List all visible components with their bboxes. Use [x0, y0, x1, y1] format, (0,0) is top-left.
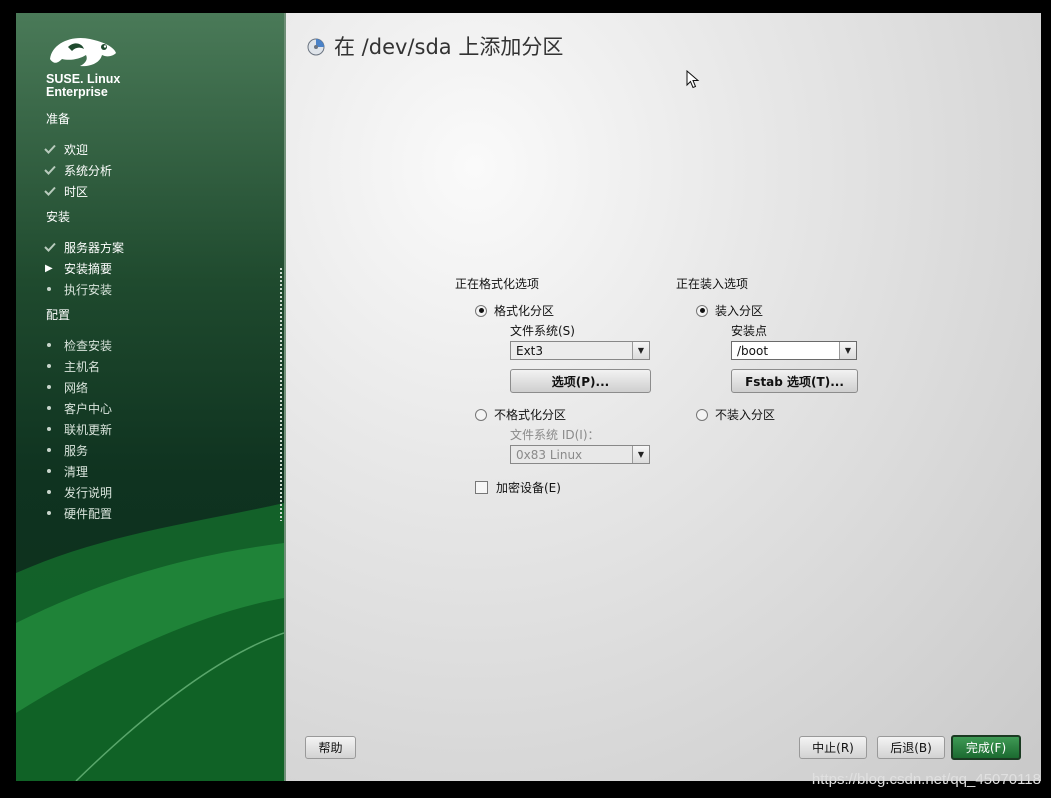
mount-point-input[interactable]: /boot ▼: [731, 341, 857, 360]
step-label: 网络: [64, 380, 89, 395]
step-label: 执行安装: [64, 282, 113, 297]
section-configure: 配置: [46, 308, 71, 322]
step-system-analysis: 系统分析: [44, 161, 112, 179]
step-label: 发行说明: [64, 485, 113, 500]
filesystem-id-select[interactable]: 0x83 Linux ▼: [510, 445, 650, 464]
bullet-icon: [47, 469, 51, 473]
step-welcome: 欢迎: [44, 140, 88, 158]
mount-point-label: 安装点: [731, 324, 768, 338]
step-release-notes: 发行说明: [44, 483, 112, 501]
installer-screen: SUSE. Linux Enterprise 准备 欢迎 系统分析 时区 安装 …: [16, 13, 1041, 781]
step-label: 主机名: [64, 359, 101, 374]
filesystem-value: Ext3: [516, 343, 544, 358]
step-label: 服务: [64, 443, 89, 458]
green-swoosh-decoration: [16, 503, 284, 781]
step-label: 检查安装: [64, 338, 113, 353]
encrypt-device-label: 加密设备(E): [496, 481, 561, 495]
mount-point-value[interactable]: /boot: [732, 344, 839, 358]
dropdown-arrow-icon[interactable]: ▼: [839, 342, 856, 359]
filesystem-select[interactable]: Ext3 ▼: [510, 341, 650, 360]
abort-button[interactable]: 中止(R): [799, 736, 867, 759]
bullet-icon: [47, 427, 51, 431]
format-group-label: 正在格式化选项: [455, 277, 540, 291]
format-partition-label: 格式化分区: [494, 304, 555, 318]
no-mount-partition-label: 不装入分区: [715, 408, 776, 422]
disk-icon: [307, 38, 325, 56]
radio-unselected-indicator: [696, 408, 708, 421]
step-cleanup: 清理: [44, 462, 88, 480]
dropdown-arrow-icon[interactable]: ▼: [632, 446, 649, 463]
step-label: 时区: [64, 184, 89, 199]
encrypt-device-checkbox[interactable]: 加密设备(E): [475, 479, 561, 496]
step-timezone: 时区: [44, 182, 88, 200]
main-panel: 在 /dev/sda 上添加分区 正在格式化选项 格式化分区 文件系统(S) E…: [286, 13, 1041, 781]
section-prepare: 准备: [46, 112, 71, 126]
mount-partition-radio[interactable]: 装入分区: [696, 302, 763, 319]
mount-group-label: 正在装入选项: [676, 277, 749, 291]
no-format-partition-label: 不格式化分区: [494, 408, 567, 422]
section-install: 安装: [46, 210, 71, 224]
step-label: 硬件配置: [64, 506, 113, 521]
mouse-pointer-icon: [686, 70, 700, 89]
page-title-text: 在 /dev/sda 上添加分区: [334, 35, 564, 59]
step-online-update: 联机更新: [44, 420, 112, 438]
checkbox-box: [475, 481, 488, 494]
step-check-install: 检查安装: [44, 336, 112, 354]
radio-selected-indicator: [475, 304, 487, 317]
bullet-icon: [47, 406, 51, 410]
check-icon: [44, 186, 56, 196]
help-button[interactable]: 帮助: [305, 736, 356, 759]
back-button[interactable]: 后退(B): [877, 736, 945, 759]
radio-selected-indicator: [696, 304, 708, 317]
step-label: 安装摘要: [64, 261, 113, 276]
bullet-icon: [47, 448, 51, 452]
step-server-scenario: 服务器方案: [44, 238, 124, 256]
step-customer-center: 客户中心: [44, 399, 112, 417]
step-services: 服务: [44, 441, 88, 459]
step-label: 欢迎: [64, 142, 89, 157]
bullet-icon: [47, 287, 51, 291]
bullet-icon: [47, 343, 51, 347]
brand-text: SUSE. Linux Enterprise: [46, 73, 120, 99]
bullet-icon: [47, 385, 51, 389]
bullet-icon: [47, 490, 51, 494]
step-label: 客户中心: [64, 401, 113, 416]
step-label: 系统分析: [64, 163, 113, 178]
radio-unselected-indicator: [475, 408, 487, 421]
step-hostname: 主机名: [44, 357, 100, 375]
bullet-icon: [47, 511, 51, 515]
filesystem-id-label: 文件系统 ID(I)：: [510, 428, 600, 442]
step-network: 网络: [44, 378, 88, 396]
format-partition-radio[interactable]: 格式化分区: [475, 302, 554, 319]
watermark-text: https://blog.csdn.net/qq_45070118: [811, 771, 1041, 788]
sidebar-resize-handle[interactable]: [280, 268, 282, 521]
no-mount-partition-radio[interactable]: 不装入分区: [696, 406, 775, 423]
bullet-icon: [47, 364, 51, 368]
step-label: 联机更新: [64, 422, 113, 437]
brand-line2: Enterprise: [46, 85, 108, 99]
check-icon: [44, 144, 56, 154]
format-options-button[interactable]: 选项(P)...: [510, 369, 651, 393]
filesystem-label: 文件系统(S): [510, 324, 575, 338]
check-icon: [44, 165, 56, 175]
page-title: 在 /dev/sda 上添加分区: [306, 31, 563, 61]
step-label: 服务器方案: [64, 240, 125, 255]
step-hardware-config: 硬件配置: [44, 504, 112, 522]
fstab-options-button[interactable]: Fstab 选项(T)...: [731, 369, 858, 393]
mount-partition-label: 装入分区: [715, 304, 764, 318]
no-format-partition-radio[interactable]: 不格式化分区: [475, 406, 566, 423]
step-perform-install: 执行安装: [44, 280, 112, 298]
current-step-arrow-icon: ▶: [45, 262, 53, 274]
step-label: 清理: [64, 464, 89, 479]
suse-chameleon-logo: [50, 37, 116, 67]
sidebar: SUSE. Linux Enterprise 准备 欢迎 系统分析 时区 安装 …: [16, 13, 284, 781]
check-icon: [44, 242, 56, 252]
step-install-summary: ▶ 安装摘要: [44, 259, 112, 277]
dropdown-arrow-icon[interactable]: ▼: [632, 342, 649, 359]
filesystem-id-value: 0x83 Linux: [516, 447, 583, 462]
finish-button[interactable]: 完成(F): [951, 735, 1021, 760]
